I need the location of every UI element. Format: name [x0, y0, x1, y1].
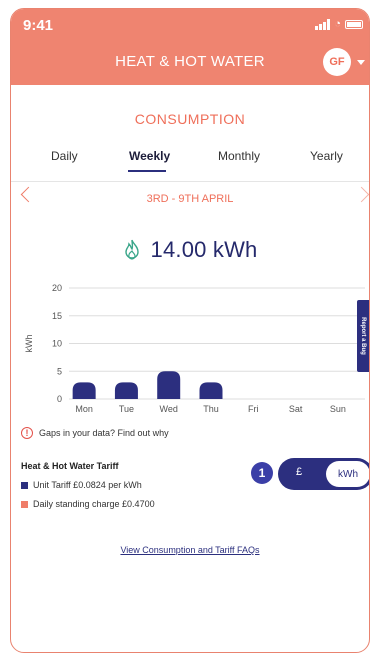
tab-daily[interactable]: Daily: [51, 149, 78, 163]
unit-tariff-text: Unit Tariff £0.0824 per kWh: [33, 480, 142, 490]
step-badge: 1: [251, 462, 273, 484]
tab-weekly[interactable]: Weekly: [129, 149, 170, 163]
tariff-title: Heat & Hot Water Tariff: [21, 461, 119, 471]
x-tick-label: Wed: [160, 404, 178, 414]
x-tick-label: Tue: [119, 404, 134, 414]
period-tabs: Daily Weekly Monthly Yearly: [11, 149, 369, 182]
avatar[interactable]: GF: [323, 48, 351, 76]
section-title: CONSUMPTION: [134, 111, 246, 127]
date-range: 3RD - 9TH APRIL: [146, 193, 234, 205]
wifi-icon: ◔: [334, 18, 341, 30]
y-tick-label: 5: [57, 366, 62, 376]
battery-icon: [345, 19, 363, 29]
report-bug-label: Report a Bug: [360, 317, 366, 355]
tab-monthly[interactable]: Monthly: [218, 149, 260, 163]
x-tick-label: Sat: [289, 404, 303, 414]
x-tick-label: Sun: [330, 404, 346, 414]
x-tick-label: Fri: [248, 404, 258, 414]
bar-mon: [72, 382, 96, 399]
y-axis-label: kWh: [24, 335, 34, 353]
y-tick-label: 10: [52, 339, 62, 349]
x-tick-label: Thu: [203, 404, 219, 414]
status-time: 9:41: [23, 17, 54, 34]
chevron-down-icon[interactable]: [357, 60, 365, 65]
phone-screen: 9:41 ◔ HEAT & HOT WATER GF CONSUMPTION D…: [10, 8, 370, 653]
unit-toggle[interactable]: £ kWh: [278, 458, 369, 490]
unit-tariff-row: Unit Tariff £0.0824 per kWh: [21, 480, 142, 490]
standing-charge-row: Daily standing charge £0.4700: [21, 499, 155, 509]
tab-yearly[interactable]: Yearly: [310, 149, 343, 163]
bar-thu: [199, 382, 223, 399]
gaps-notice[interactable]: ! Gaps in your data? Find out why: [21, 427, 169, 439]
page-title: HEAT & HOT WATER: [115, 53, 265, 70]
signal-icon: [315, 18, 331, 30]
active-tab-indicator: [128, 170, 166, 172]
standing-charge-text: Daily standing charge £0.4700: [33, 499, 155, 509]
x-tick-label: Mon: [75, 404, 93, 414]
bar-tue: [114, 382, 138, 399]
gaps-notice-text: Gaps in your data? Find out why: [39, 428, 169, 438]
consumption-chart: 0 5 10 15 20 kWh Mon Tue Wed Thu Fri Sat Sun: [24, 283, 365, 414]
legend-swatch-standing: [21, 500, 28, 508]
usage-summary: 14.00 kWh: [11, 237, 369, 263]
report-bug-tab[interactable]: Report a Bug: [357, 300, 369, 372]
usage-value: 14.00 kWh: [150, 237, 258, 262]
toggle-pound-option[interactable]: £: [296, 466, 302, 478]
bar-wed: [157, 371, 181, 399]
warning-icon: !: [21, 427, 33, 439]
faq-link[interactable]: View Consumption and Tariff FAQs: [11, 545, 369, 555]
y-tick-label: 20: [52, 283, 62, 293]
y-tick-label: 0: [57, 394, 62, 404]
legend-swatch-unit: [21, 481, 28, 489]
toggle-kwh-option[interactable]: kWh: [326, 461, 369, 487]
app-header: 9:41 ◔ HEAT & HOT WATER GF: [11, 9, 369, 85]
flame-icon: [124, 239, 139, 260]
y-tick-label: 15: [52, 311, 62, 321]
status-icons: ◔: [315, 18, 363, 30]
